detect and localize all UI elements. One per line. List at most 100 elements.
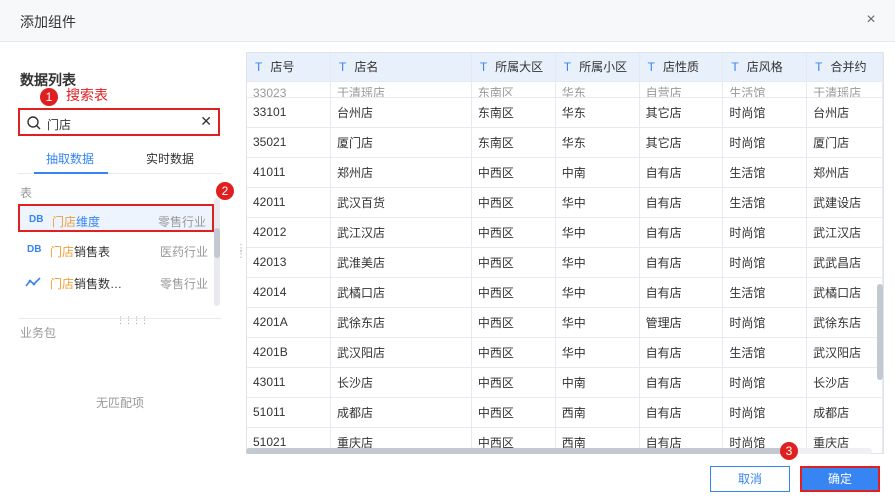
table-cell: 自营店 [639,81,724,98]
annotation-badge-3: 3 [780,442,798,460]
active-tab-indicator [34,172,108,174]
table-cell: 自有店 [639,247,724,278]
data-preview-table: T 店号 T 店名 T 所属大区 T 所属小区 T 店性质 T 店风格 T 合并约 33023… [246,52,884,454]
table-cell: 华中 [555,307,640,338]
splitter-grip-icon[interactable]: ⋮ ⋮ [236,244,246,260]
table-cell: 武徐东店 [330,307,472,338]
table-row: 4201B 武汉阳店 中西区 华中 自有店 生活馆 武汉阳店 [247,337,883,368]
table-cell: 中南 [555,367,640,398]
search-box[interactable]: 门店 ✕ [18,108,220,136]
table-cell: 42012 [247,217,332,248]
table-cell: 35021 [247,127,332,158]
table-cell: 厦门店 [330,127,472,158]
table-cell: 华东 [555,127,640,158]
text-type-icon: T [479,60,488,75]
table-cell: 东南区 [471,127,556,158]
item-industry: 医药行业 [159,245,208,259]
table-cell: 时尚馆 [722,247,808,278]
table-cell: 时尚馆 [722,367,808,398]
table-cell: 华东 [555,97,640,128]
table-cell: 长沙店 [806,367,883,398]
text-type-icon: T [563,60,572,75]
data-list-panel: 数据列表 1 搜索表 门店 ✕ 抽取数据 实时数据 表 2 DB 门店维度 零售… [0,42,234,458]
table-cell: 中南 [555,157,640,188]
annotation-search-table: 搜索表 [66,87,108,103]
table-cell: 时尚馆 [722,307,808,338]
table-cell: 4201A [247,307,332,338]
table-cell: 中西区 [471,247,556,278]
clear-icon[interactable]: ✕ [200,113,212,130]
table-cell: 其它店 [639,97,724,128]
resize-grip-icon[interactable]: ⋮⋮⋮⋮ [116,315,149,326]
table-cell: 51011 [247,397,332,428]
table-cell: 中西区 [471,187,556,218]
item-highlight: 门店 [52,215,77,229]
scroll-thumb[interactable] [246,448,786,454]
item-industry: 零售行业 [159,277,208,291]
table-cell: 武淮美店 [330,247,472,278]
table-cell: 华中 [555,187,640,218]
column-header[interactable]: T 所属小区 [555,53,640,82]
list-item-store-sales[interactable]: DB 门店销售表 医药行业 [18,236,214,264]
table-cell: 33023 [247,81,332,98]
confirm-button[interactable]: 确定 [800,466,880,492]
column-header[interactable]: T 所属大区 [471,53,556,82]
search-icon [27,116,41,130]
table-cell: 华中 [555,337,640,368]
item-name: 维度 [76,215,101,229]
table-cell: 长沙店 [330,367,472,398]
table-section-label: 表 [20,186,33,200]
table-cell: 42014 [247,277,332,308]
table-cell: 武橘口店 [806,277,883,308]
table-row: 35021 厦门店 东南区 华东 其它店 时尚馆 厦门店 [247,127,883,158]
horizontal-scrollbar[interactable] [246,448,872,454]
line-chart-icon [25,277,41,287]
table-cell: 时尚馆 [722,97,808,128]
column-header[interactable]: T 合并约 [806,53,883,82]
column-header[interactable]: T 店性质 [639,53,724,82]
column-header[interactable]: T 店号 [247,53,332,82]
vertical-scrollbar[interactable] [876,84,884,444]
table-cell: 自有店 [639,187,724,218]
table-cell: 台州店 [806,97,883,128]
scroll-thumb[interactable] [877,284,883,380]
table-cell: 武徐东店 [806,307,883,338]
cancel-button[interactable]: 取消 [710,466,790,492]
table-row: 43011 长沙店 中西区 中南 自有店 时尚馆 长沙店 [247,367,883,398]
text-type-icon: T [815,60,823,75]
table-cell: 台州店 [330,97,472,128]
table-cell: 生活馆 [722,277,808,308]
table-cell: 自有店 [639,337,724,368]
close-icon[interactable]: × [861,10,881,30]
item-highlight: 门店 [50,245,75,259]
table-cell: 东南区 [471,97,556,128]
list-item-store-sales-data[interactable]: 门店销售数… 零售行业 [18,268,214,296]
table-row: 41011 郑州店 中西区 中南 自有店 生活馆 郑州店 [247,157,883,188]
table-cell: 武武昌店 [806,247,883,278]
table-cell: 华东 [555,81,640,98]
source-tabs: 抽取数据 实时数据 [18,146,222,174]
table-cell: 于清瑶店 [806,81,883,98]
list-scrollbar[interactable] [214,198,220,306]
text-type-icon: T [339,60,347,75]
column-header[interactable]: T 店名 [330,53,472,82]
annotation-badge-2: 2 [216,182,234,200]
list-item-store-dimension[interactable]: DB 门店维度 零售行业 [18,204,214,232]
table-cell: 东南区 [471,81,556,98]
table-cell: 其它店 [639,127,724,158]
item-name: 销售数… [74,277,123,291]
business-package-label: 业务包 [20,326,57,340]
annotation-badge-1: 1 [40,88,58,106]
table-cell: 武橘口店 [330,277,472,308]
tab-extract-data[interactable]: 抽取数据 [46,150,94,167]
db-icon: DB [29,214,44,225]
tab-realtime-data[interactable]: 实时数据 [146,150,194,167]
table-cell: 自有店 [639,217,724,248]
column-header[interactable]: T 店风格 [722,53,808,82]
item-industry: 零售行业 [157,215,206,229]
search-input[interactable]: 门店 [47,116,71,133]
scroll-thumb[interactable] [214,228,220,258]
table-cell: 自有店 [639,397,724,428]
table-row: 42011 武汉百货 中西区 华中 自有店 生活馆 武建设店 [247,187,883,218]
dialog-footer: 取消 3 确定 [0,442,895,500]
